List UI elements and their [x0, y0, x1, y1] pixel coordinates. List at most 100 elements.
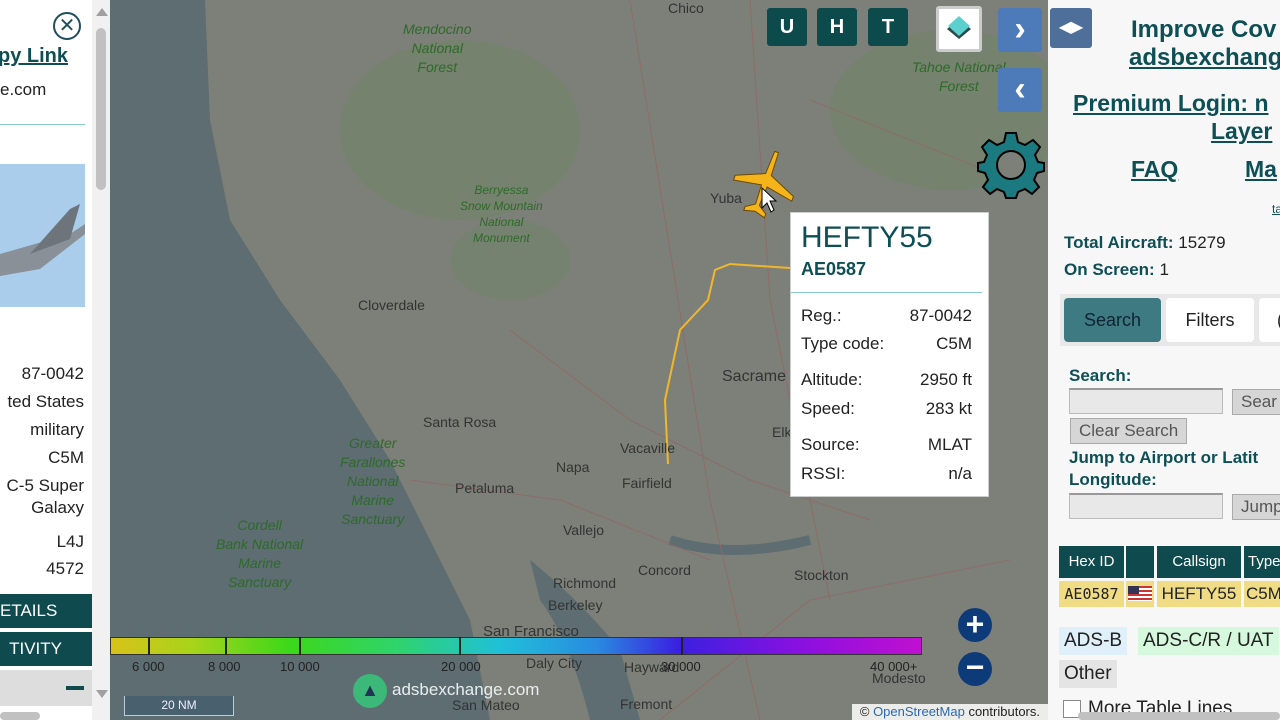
- detail-model-1: C-5 Super: [6, 476, 84, 495]
- legend-adsb: ADS-B: [1059, 627, 1128, 655]
- tab-other[interactable]: (: [1259, 298, 1280, 342]
- map-label: Fairfield: [622, 475, 672, 491]
- scroll-down-icon[interactable]: [96, 690, 108, 698]
- label: Reg.:: [801, 306, 842, 325]
- left-panel-scrollbar[interactable]: [92, 0, 110, 720]
- expand-right-icon[interactable]: ›: [998, 8, 1042, 52]
- value: 87-0042: [909, 306, 972, 325]
- divider: [791, 292, 982, 293]
- search-input[interactable]: [1069, 388, 1223, 414]
- label: Total Aircraft:: [1064, 233, 1174, 252]
- value: MLAT: [927, 435, 972, 454]
- sidebar: ◀▶ Improve Cov adsbexchang Premium Login…: [1048, 0, 1280, 720]
- copy-link[interactable]: py Link: [0, 45, 68, 68]
- divider: [0, 124, 85, 125]
- legend-tick: [459, 637, 461, 655]
- map-label: Richmond: [553, 575, 617, 591]
- zoom-in-icon[interactable]: +: [958, 608, 992, 642]
- column-header-type[interactable]: Type: [1244, 546, 1280, 578]
- value: C5M: [936, 334, 972, 353]
- horizontal-scrollbar[interactable]: [1078, 712, 1280, 720]
- aircraft-icon[interactable]: [730, 146, 800, 222]
- minus-icon: [66, 686, 84, 690]
- collapse-bar[interactable]: [0, 670, 92, 706]
- watermark: adsbexchange.com: [392, 680, 540, 699]
- map-label: Santa Rosa: [423, 414, 497, 430]
- aircraft-photo[interactable]: [0, 164, 85, 307]
- domain-text: e.com: [0, 80, 47, 99]
- map-label: Concord: [638, 562, 691, 578]
- zoom-out-icon[interactable]: −: [958, 651, 992, 686]
- popup-hex: AE0587: [801, 259, 867, 279]
- activity-button[interactable]: TIVITY: [0, 632, 92, 666]
- map-label: Elk: [772, 424, 792, 440]
- map-label: Berkeley: [548, 597, 603, 613]
- cell-callsign: HEFTY55: [1157, 581, 1241, 607]
- horizontal-scrollbar[interactable]: [0, 712, 40, 720]
- clear-search-button[interactable]: Clear Search: [1070, 418, 1188, 444]
- openstreetmap-link[interactable]: OpenStreetMap: [873, 704, 965, 719]
- collapse-left-icon[interactable]: ‹: [998, 68, 1042, 112]
- faq-link[interactable]: FAQ: [1131, 156, 1178, 183]
- detail-country: ted States: [7, 392, 84, 411]
- map-label-sanctuary: Greater Farallones National Marine Sanct…: [340, 435, 406, 527]
- scroll-up-icon[interactable]: [96, 8, 108, 16]
- jump-button[interactable]: Jump: [1232, 494, 1280, 520]
- improve-coverage-title: Improve Cov: [1131, 16, 1277, 43]
- attribution-text: contributors.: [964, 704, 1040, 719]
- map-label: Napa: [556, 459, 590, 475]
- scroll-thumb[interactable]: [96, 28, 106, 190]
- popup-type-row: Type code: C5M: [801, 334, 972, 354]
- aircraft-info-popup[interactable]: HEFTY55 AE0587 Reg.: 87-0042 Type code: C5…: [790, 212, 989, 497]
- map[interactable]: Chico Yuba Cloverdale Sacrame Santa Rosa…: [110, 0, 1048, 720]
- legend-tick: [681, 637, 683, 655]
- map-label-forest: Tahoe National Forest: [912, 59, 1006, 94]
- map-link[interactable]: Ma: [1245, 156, 1277, 183]
- detail-model-2: Galaxy: [31, 498, 84, 517]
- popup-rssi-row: RSSI: n/a: [801, 464, 972, 484]
- layer-button-t[interactable]: T: [868, 8, 908, 46]
- map-label: Daly City: [526, 655, 583, 671]
- premium-layer-link[interactable]: Layer: [1211, 118, 1272, 145]
- jump-input[interactable]: [1069, 493, 1223, 519]
- detail-category: military: [30, 420, 84, 439]
- premium-login-link[interactable]: Premium Login: n: [1073, 90, 1269, 117]
- value: 2950 ft: [920, 370, 972, 389]
- detail-icao-class: L4J: [56, 532, 84, 551]
- search-button[interactable]: Sear: [1232, 389, 1280, 415]
- detail-registration: 87-0042: [21, 364, 84, 383]
- map-label: Stockton: [794, 567, 849, 583]
- total-aircraft: Total Aircraft: 15279: [1064, 233, 1226, 253]
- details-button[interactable]: ETAILS: [0, 594, 92, 628]
- small-link[interactable]: ta: [1272, 202, 1280, 216]
- close-icon[interactable]: ✕: [53, 12, 81, 40]
- popup-alt-row: Altitude: 2950 ft: [801, 370, 972, 390]
- label: Speed:: [801, 399, 855, 418]
- map-attribution: © OpenStreetMap contributors.: [851, 704, 1048, 720]
- map-label: Vallejo: [563, 522, 604, 538]
- copyright: ©: [859, 704, 874, 719]
- label: On Screen:: [1064, 260, 1155, 279]
- tab-filters[interactable]: Filters: [1166, 298, 1254, 342]
- legend-label: 20 000: [441, 659, 481, 674]
- legend-tick: [148, 637, 150, 655]
- value: 283 kt: [925, 399, 972, 418]
- layers-button[interactable]: [936, 6, 982, 52]
- gear-icon[interactable]: [976, 130, 1046, 200]
- tab-search[interactable]: Search: [1064, 298, 1161, 342]
- column-header-hex[interactable]: Hex ID: [1059, 546, 1124, 578]
- value: 1: [1159, 260, 1169, 279]
- search-label: Search:: [1069, 366, 1132, 385]
- layer-button-u[interactable]: U: [767, 8, 807, 46]
- adsbexchange-link[interactable]: adsbexchang: [1129, 44, 1280, 72]
- on-screen: On Screen: 1: [1064, 260, 1169, 280]
- popup-source-row: Source: MLAT: [801, 435, 972, 455]
- toggle-sidebar-icon[interactable]: ◀▶: [1050, 8, 1092, 48]
- mouse-cursor-icon: [761, 186, 778, 213]
- map-label: Petaluma: [455, 480, 515, 496]
- layers-icon: [947, 16, 971, 39]
- layer-button-h[interactable]: H: [817, 8, 857, 46]
- column-header-flag[interactable]: [1126, 546, 1154, 578]
- legend-tick: [299, 637, 301, 655]
- column-header-callsign[interactable]: Callsign: [1157, 546, 1241, 578]
